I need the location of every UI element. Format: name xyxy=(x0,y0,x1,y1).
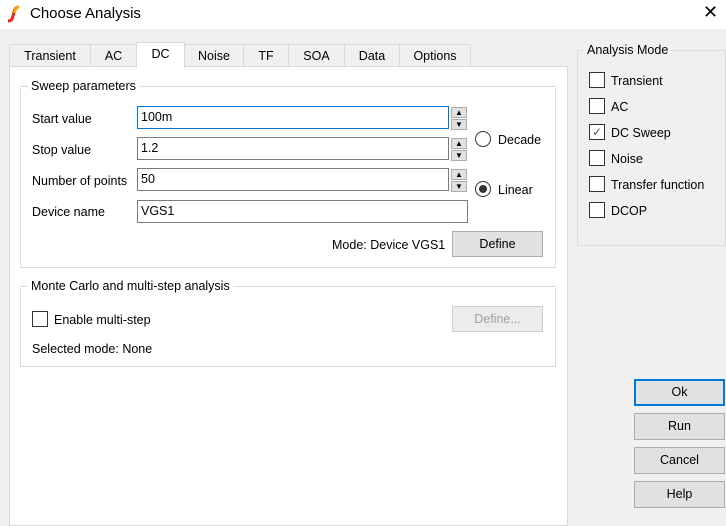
device-name-label: Device name xyxy=(32,205,105,219)
run-button[interactable]: Run xyxy=(634,413,725,440)
mode-dcop-label: DCOP xyxy=(611,204,648,218)
monte-carlo-title: Monte Carlo and multi-step analysis xyxy=(28,279,233,293)
title-bar: Choose Analysis ✕ xyxy=(0,0,726,29)
mode-ac-label: AC xyxy=(611,100,629,114)
tab-data[interactable]: Data xyxy=(344,44,400,67)
mode-text: Mode: Device VGS1 xyxy=(332,238,446,252)
mode-noise-checkbox[interactable] xyxy=(589,150,605,166)
close-icon[interactable]: ✕ xyxy=(703,2,718,23)
stop-value-input[interactable]: 1.2 xyxy=(137,137,449,160)
tab-dc[interactable]: DC xyxy=(136,42,185,68)
linear-label: Linear xyxy=(498,183,533,197)
stop-spin-up-icon[interactable]: ▲ xyxy=(451,138,467,149)
analysis-mode-title: Analysis Mode xyxy=(584,43,672,57)
points-spin-up-icon[interactable]: ▲ xyxy=(451,169,467,180)
help-button[interactable]: Help xyxy=(634,481,725,508)
number-of-points-label: Number of points xyxy=(32,174,128,188)
tab-transient[interactable]: Transient xyxy=(9,44,91,67)
mode-transient-label: Transient xyxy=(611,74,663,88)
points-spin-down-icon[interactable]: ▼ xyxy=(451,181,467,192)
linear-radio[interactable] xyxy=(475,181,491,197)
start-spin-down-icon[interactable]: ▼ xyxy=(451,119,467,130)
stop-spin-down-icon[interactable]: ▼ xyxy=(451,150,467,161)
mode-transfer-function-label: Transfer function xyxy=(611,178,705,192)
multi-step-define-button[interactable]: Define... xyxy=(452,306,543,332)
decade-radio[interactable] xyxy=(475,131,491,147)
start-value-label: Start value xyxy=(32,112,92,126)
mode-dc-sweep-label: DC Sweep xyxy=(611,126,671,140)
start-spin-up-icon[interactable]: ▲ xyxy=(451,107,467,118)
selected-mode-text: Selected mode: None xyxy=(32,342,153,356)
app-logo-icon xyxy=(7,5,20,23)
cancel-button[interactable]: Cancel xyxy=(634,447,725,474)
mode-noise-label: Noise xyxy=(611,152,643,166)
stop-value-label: Stop value xyxy=(32,143,92,157)
tab-options[interactable]: Options xyxy=(399,44,471,67)
sweep-parameters-title: Sweep parameters xyxy=(28,79,139,93)
define-button[interactable]: Define xyxy=(452,231,543,257)
tab-ac[interactable]: AC xyxy=(90,44,137,67)
mode-transient-checkbox[interactable] xyxy=(589,72,605,88)
number-of-points-input[interactable]: 50 xyxy=(137,168,449,191)
start-value-input[interactable]: 100m xyxy=(137,106,449,129)
enable-multi-step-label: Enable multi-step xyxy=(54,313,151,327)
mode-transfer-function-checkbox[interactable] xyxy=(589,176,605,192)
device-name-input[interactable]: VGS1 xyxy=(137,200,468,223)
mode-dc-sweep-checkbox[interactable]: ✓ xyxy=(589,124,605,140)
tab-soa[interactable]: SOA xyxy=(288,44,345,67)
tab-tf[interactable]: TF xyxy=(243,44,289,67)
decade-label: Decade xyxy=(498,133,542,147)
mode-ac-checkbox[interactable] xyxy=(589,98,605,114)
window-title: Choose Analysis xyxy=(30,5,141,22)
mode-dcop-checkbox[interactable] xyxy=(589,202,605,218)
ok-button[interactable]: Ok xyxy=(634,379,725,406)
tab-noise[interactable]: Noise xyxy=(184,44,244,67)
enable-multi-step-checkbox[interactable] xyxy=(32,311,48,327)
